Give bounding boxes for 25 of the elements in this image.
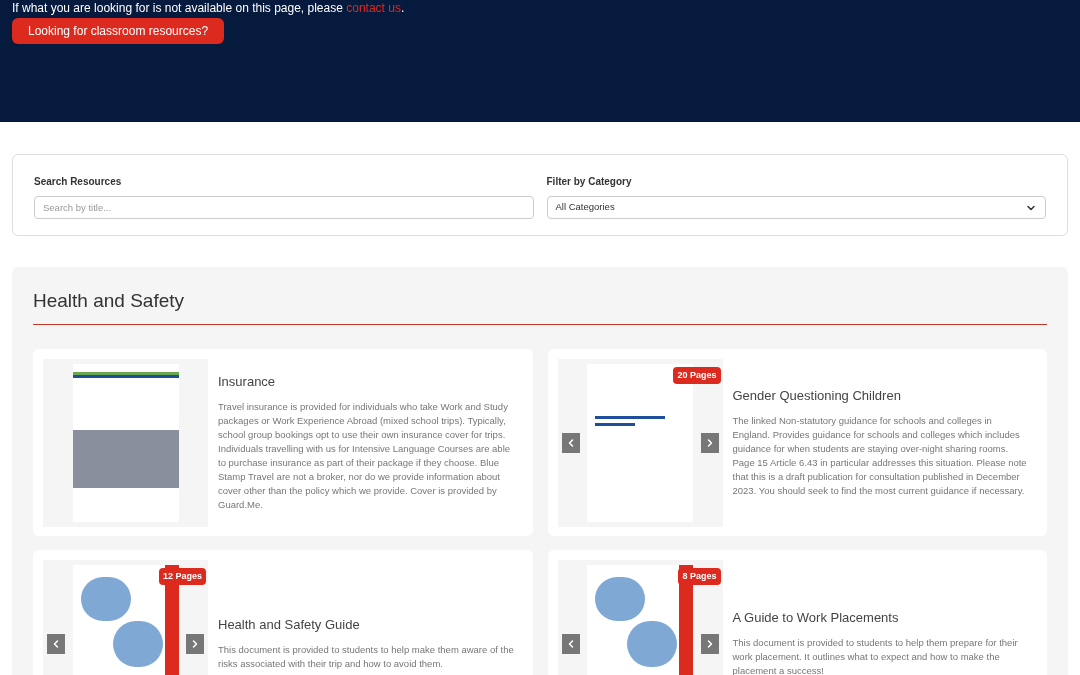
resource-description: Travel insurance is provided for individuals who take Work and Study packages or Work Experience Abroad (mixed school trips). Typically, school group bookings opt to use their own insurance cover for trips. Individuals travelling with us for Intensive Language Courses are able to purchase insurance as part of their package if they choose. Blue Stamp Travel are not a broker, nor do we provide information about cover other than the policy which we provide. Cover is provided by Guard.Me. [218,399,512,512]
resource-title: Health and Safety Guide [218,616,361,635]
resource-title: Gender Questioning Children [732,387,902,406]
contact-link[interactable]: contact us [346,1,401,15]
previous-button[interactable] [47,633,65,654]
next-button[interactable] [700,633,719,654]
previous-button[interactable] [561,432,580,453]
page-count-badge: 8 Pages [678,567,721,585]
search-field[interactable]: Search by title... [34,196,534,219]
category-label: Filter by Category [546,175,633,189]
next-button[interactable] [186,633,204,654]
search-label: Search Resources [34,175,123,189]
resource-description: This document is provided to students to help them prepare for their work placement. It outlines what to expect and how to make the placement a success! [732,635,1019,675]
notice-text: If what you are looking for is not available on this page, please contact us. [12,1,406,15]
classroom-resources-button[interactable]: Looking for classroom resources? [12,18,225,44]
section-title: Health and Safety [33,287,1047,325]
resource-title: A Guide to Work Placements [732,609,900,628]
resource-description: This document is provided to students to help make them aware of the risks associated with their trip and how to avoid them. [218,642,515,671]
next-button[interactable] [700,432,719,453]
page-count-badge: 20 Pages [673,366,721,384]
resource-title: Insurance [218,373,277,392]
category-dropdown[interactable]: All Categories [546,196,1046,219]
resource-description: The linked Non-statutory guidance for schools and colleges in England. Provides guidance for schools and colleges which includes guidance for when students are staying over-night sharing rooms. Page 15 Article 6.43 in particular addresses this situation. Please note that this is a draft publication for consultation published in December 2023. You should seek to find the most current guidance if necessary. [732,413,1028,498]
previous-button[interactable] [561,633,580,654]
page-count-badge: 12 Pages [158,567,206,585]
